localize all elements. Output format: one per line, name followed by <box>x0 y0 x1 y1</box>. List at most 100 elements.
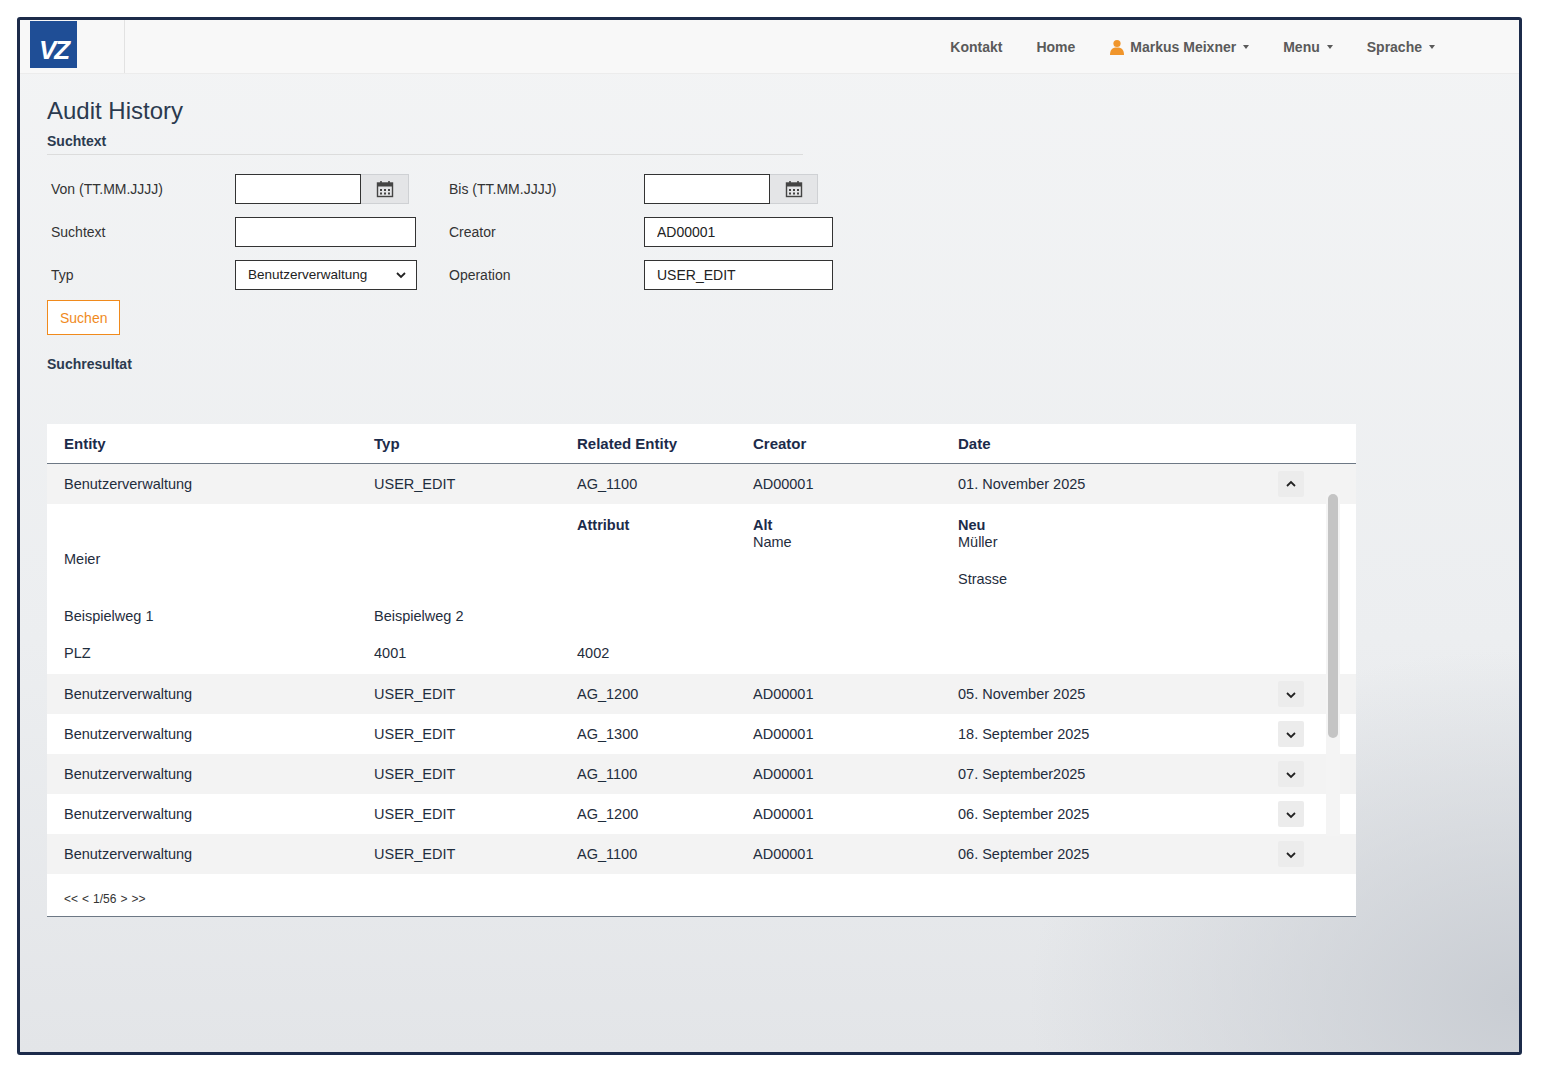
field-control <box>644 174 844 204</box>
details-cell: Meier <box>64 551 374 588</box>
top-navbar: VZ Kontakt Home Markus Meixner Menu Sprache <box>20 20 1519 74</box>
text-input[interactable] <box>644 217 833 247</box>
expand-toggle[interactable] <box>1278 761 1304 787</box>
spacer <box>374 534 577 551</box>
page-content: Audit HistorySuchtextVon (TT.MM.JJJJ)Bis… <box>20 74 1519 917</box>
nav-item[interactable]: Markus Meixner <box>1109 39 1249 55</box>
table-cell: 06. September 2025 <box>958 806 1278 822</box>
expand-toggle[interactable] <box>1278 801 1304 827</box>
spacer <box>753 551 958 588</box>
scrollbar-thumb[interactable] <box>1328 494 1338 738</box>
table-cell: AD00001 <box>753 476 958 492</box>
spacer <box>374 517 577 534</box>
column-header[interactable]: Creator <box>753 435 958 452</box>
details-cell: Beispielweg 2 <box>374 588 577 625</box>
app-window: VZ Kontakt Home Markus Meixner Menu Sprache Au… <box>17 17 1522 1055</box>
expand-toggle[interactable] <box>1278 471 1304 497</box>
spacer <box>753 588 958 625</box>
details-cell: 4001 <box>374 625 577 662</box>
table-row[interactable]: BenutzerverwaltungUSER_EDITAG_1100AD0000… <box>47 834 1356 874</box>
pagination-item[interactable]: << <box>64 892 78 906</box>
column-header[interactable]: Related Entity <box>577 435 753 452</box>
search-form: Von (TT.MM.JJJJ)Bis (TT.MM.JJJJ)Suchtext… <box>47 167 1519 296</box>
table-row[interactable]: BenutzerverwaltungUSER_EDITAG_1300AD0000… <box>47 714 1356 754</box>
nav-item[interactable]: Home <box>1036 39 1075 55</box>
table-cell: Benutzerverwaltung <box>64 806 374 822</box>
details-cell: Name <box>753 534 958 551</box>
caret-icon <box>1327 45 1333 49</box>
date-input[interactable] <box>644 174 770 204</box>
table-cell: AG_1100 <box>577 846 753 862</box>
expand-toggle[interactable] <box>1278 681 1304 707</box>
field-control <box>644 217 844 247</box>
chevron-down-icon <box>1284 808 1298 821</box>
expand-toggle[interactable] <box>1278 841 1304 867</box>
column-header[interactable]: Entity <box>64 435 374 452</box>
scrollbar[interactable] <box>1326 492 1340 836</box>
table-row[interactable]: BenutzerverwaltungUSER_EDITAG_1100AD0000… <box>47 754 1356 794</box>
field-control <box>235 217 449 247</box>
calendar-button[interactable] <box>770 174 818 204</box>
date-input[interactable] <box>235 174 361 204</box>
pagination-item[interactable]: > <box>120 892 127 906</box>
table-row[interactable]: BenutzerverwaltungUSER_EDITAG_1200AD0000… <box>47 794 1356 834</box>
user-icon <box>1109 39 1125 55</box>
caret-icon <box>1429 45 1435 49</box>
search-section-header: Suchtext <box>47 132 803 155</box>
pagination-item[interactable]: >> <box>131 892 145 906</box>
calendar-button[interactable] <box>361 174 409 204</box>
calendar-icon <box>376 180 394 198</box>
table-cell: 06. September 2025 <box>958 846 1278 862</box>
spacer <box>753 625 958 662</box>
results-table: EntityTypRelated EntityCreatorDate Benutz… <box>47 424 1356 917</box>
field-control <box>235 174 449 204</box>
type-select[interactable]: Benutzerverwaltung <box>235 260 417 290</box>
table-cell: AD00001 <box>753 726 958 742</box>
table-cell: USER_EDIT <box>374 806 577 822</box>
table-cell: AG_1100 <box>577 476 753 492</box>
table-cell: USER_EDIT <box>374 726 577 742</box>
spacer <box>577 551 753 588</box>
chevron-down-icon <box>1284 688 1298 701</box>
date-field <box>644 174 844 204</box>
spacer <box>958 588 1278 625</box>
field-label: Creator <box>449 224 644 240</box>
vz-logo[interactable]: VZ <box>30 21 77 68</box>
table-cell: AD00001 <box>753 806 958 822</box>
field-label: Bis (TT.MM.JJJJ) <box>449 181 644 197</box>
spacer <box>64 517 374 534</box>
nav-label: Sprache <box>1367 39 1422 55</box>
date-field <box>235 174 449 204</box>
table-cell: AG_1300 <box>577 726 753 742</box>
table-cell: Benutzerverwaltung <box>64 846 374 862</box>
nav-item[interactable]: Menu <box>1283 39 1333 55</box>
column-header[interactable]: Typ <box>374 435 577 452</box>
expand-toggle[interactable] <box>1278 721 1304 747</box>
column-header[interactable]: Date <box>958 435 1278 452</box>
table-cell: 18. September 2025 <box>958 726 1278 742</box>
chevron-up-icon <box>1284 478 1298 491</box>
details-header: Alt <box>753 517 958 534</box>
field-control <box>644 260 844 290</box>
nav-item[interactable]: Kontakt <box>950 39 1002 55</box>
table-cell: AG_1200 <box>577 686 753 702</box>
table-row[interactable]: BenutzerverwaltungUSER_EDITAG_1200AD0000… <box>47 674 1356 714</box>
nav-item[interactable]: Sprache <box>1367 39 1435 55</box>
select-value: Benutzerverwaltung <box>248 267 367 282</box>
table-cell: AD00001 <box>753 686 958 702</box>
details-cell: PLZ <box>64 625 374 662</box>
pagination-item[interactable]: 1/56 <box>93 892 116 906</box>
text-input[interactable] <box>644 260 833 290</box>
text-input[interactable] <box>235 217 416 247</box>
table-cell: USER_EDIT <box>374 686 577 702</box>
table-row[interactable]: BenutzerverwaltungUSER_EDITAG_1100AD0000… <box>47 464 1356 504</box>
table-cell: USER_EDIT <box>374 476 577 492</box>
nav-label: Menu <box>1283 39 1320 55</box>
search-button[interactable]: Suchen <box>47 300 120 335</box>
nav-label: Markus Meixner <box>1130 39 1236 55</box>
details-header: Neu <box>958 517 1278 534</box>
row-details: AttributAltNeuNameMüllerMeierStrasseBeis… <box>47 504 1356 674</box>
pagination-item[interactable]: < <box>82 892 89 906</box>
spacer <box>374 551 577 588</box>
pagination: <<<1/56>>> <box>47 874 1356 916</box>
